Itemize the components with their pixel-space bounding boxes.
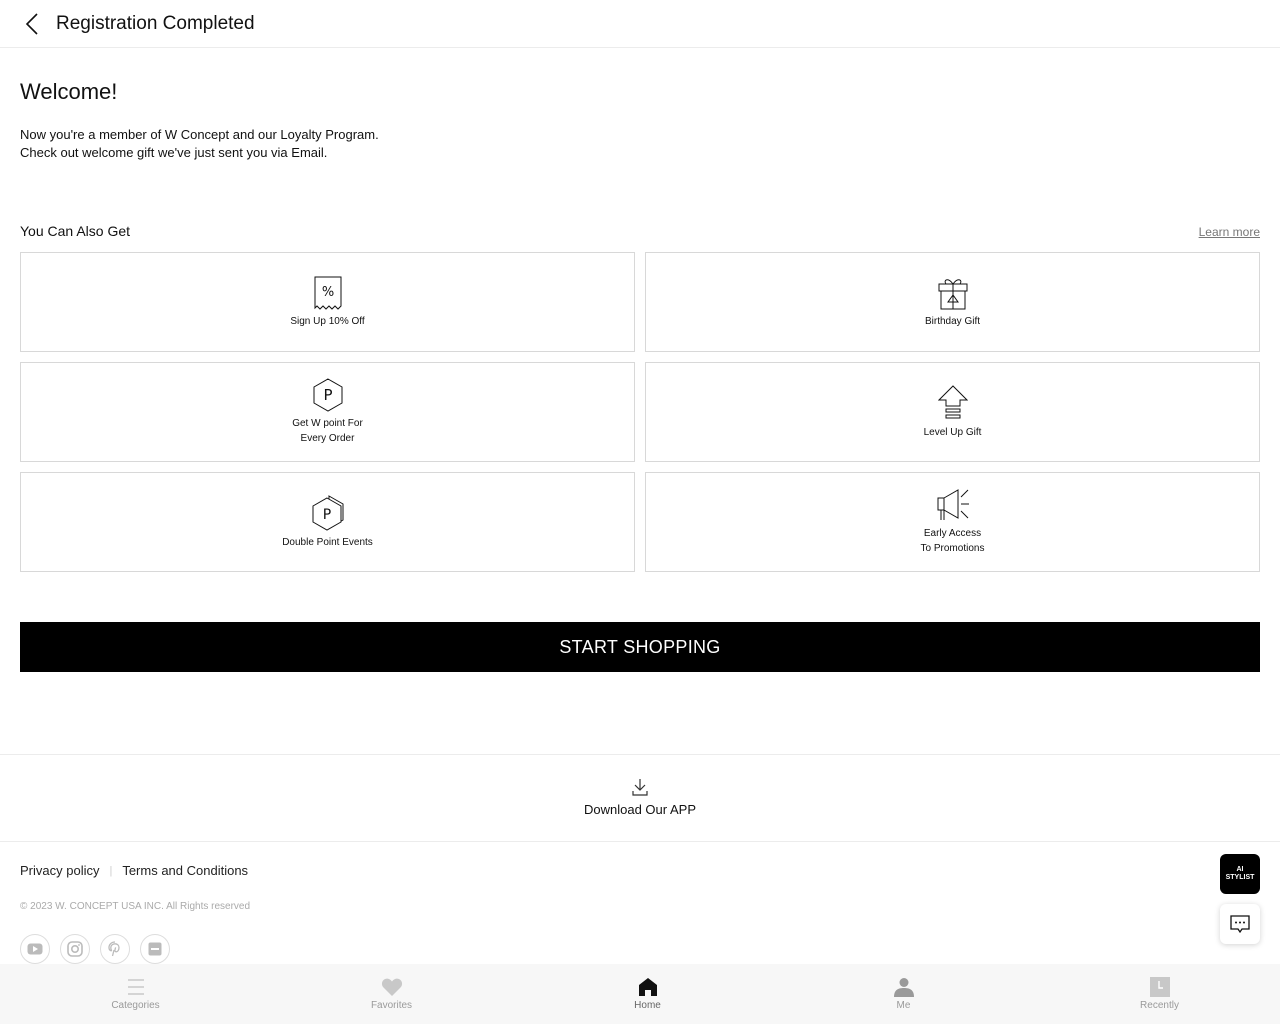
megaphone-icon <box>937 489 969 520</box>
svg-text:P: P <box>323 386 332 404</box>
chat-button[interactable] <box>1220 904 1260 944</box>
welcome-line-1: Now you're a member of W Concept and our… <box>20 127 379 142</box>
benefit-card-level-up: Level Up Gift <box>645 362 1260 462</box>
nav-label: Me <box>896 999 911 1011</box>
copyright-text: © 2023 W. CONCEPT USA INC. All Rights re… <box>20 901 251 912</box>
social-links <box>20 934 170 964</box>
nav-label: Recently <box>1140 999 1179 1011</box>
app-link[interactable] <box>140 934 170 964</box>
back-button[interactable] <box>22 12 44 36</box>
instagram-icon <box>67 941 83 957</box>
chat-icon <box>1230 915 1250 934</box>
footer-separator: | <box>109 865 113 877</box>
nav-item-categories[interactable]: Categories <box>15 964 256 1024</box>
svg-text:P: P <box>322 507 330 523</box>
nav-item-favorites[interactable]: Favorites <box>271 964 512 1024</box>
gift-icon <box>938 278 967 309</box>
bottom-navigation: Categories Favorites Home Me Recently <box>0 964 1280 1024</box>
heart-icon <box>381 978 402 996</box>
chevron-left-icon <box>25 13 38 35</box>
menu-icon <box>127 978 144 995</box>
youtube-icon <box>27 943 43 955</box>
header: Registration Completed <box>0 0 1280 48</box>
start-shopping-button[interactable]: START SHOPPING <box>20 622 1260 672</box>
benefit-label-line-2: Every Order <box>300 433 355 444</box>
welcome-description: Now you're a member of W Concept and our… <box>20 126 379 162</box>
benefit-card-early-access: Early Access To Promotions <box>645 472 1260 572</box>
nav-item-home[interactable]: Home <box>527 964 768 1024</box>
instagram-link[interactable] <box>60 934 90 964</box>
level-up-icon <box>937 384 968 418</box>
benefit-label: Double Point Events <box>282 536 373 548</box>
benefit-card-birthday: Birthday Gift <box>645 252 1260 352</box>
coupon-icon: % <box>314 276 341 310</box>
download-app-label: Download Our APP <box>583 802 696 817</box>
benefit-label-line-1: Early Access <box>923 528 982 539</box>
benefit-label: Level Up Gift <box>923 426 982 438</box>
benefit-card-signup: % Sign Up 10% Off <box>20 252 635 352</box>
pinterest-link[interactable] <box>100 934 130 964</box>
nav-label: Categories <box>111 999 160 1011</box>
benefit-card-w-point: P Get W point For Every Order <box>20 362 635 462</box>
benefits-title: You Can Also Get <box>20 223 131 239</box>
benefit-label: Get W point For Every Order <box>292 416 363 446</box>
ai-stylist-button[interactable]: AI STYLIST <box>1220 854 1260 894</box>
svg-text:%: % <box>321 285 333 300</box>
nav-item-me[interactable]: Me <box>783 964 1024 1024</box>
download-app-link[interactable]: Download Our APP <box>0 754 1280 842</box>
nav-label: Favorites <box>370 999 413 1011</box>
nav-item-recently[interactable]: Recently <box>1039 964 1280 1024</box>
double-point-icon: P <box>312 494 343 531</box>
welcome-line-2: Check out welcome gift we've just sent y… <box>20 145 328 160</box>
app-icon <box>148 942 162 956</box>
benefit-label: Early Access To Promotions <box>921 526 985 556</box>
learn-more-link[interactable]: Learn more <box>1199 224 1260 240</box>
benefit-label-line-2: To Promotions <box>920 543 985 554</box>
pinterest-icon <box>108 941 120 957</box>
point-icon: P <box>313 378 342 412</box>
youtube-link[interactable] <box>20 934 50 964</box>
home-icon <box>638 977 657 996</box>
benefits-grid: % Sign Up 10% Off Birthday Gift P Get W … <box>20 252 1260 572</box>
page-title: Registration Completed <box>56 13 255 34</box>
person-icon <box>893 977 914 997</box>
nav-label: Home <box>634 999 661 1011</box>
privacy-policy-link[interactable]: Privacy policy <box>20 862 99 880</box>
benefit-label-line-1: Get W point For <box>292 418 363 429</box>
terms-link[interactable]: Terms and Conditions <box>122 862 248 880</box>
download-icon <box>632 779 648 796</box>
welcome-heading: Welcome! <box>20 79 118 104</box>
benefit-label: Birthday Gift <box>924 315 981 327</box>
footer-links: Privacy policy | Terms and Conditions <box>20 862 248 880</box>
benefit-label: Sign Up 10% Off <box>290 315 365 327</box>
ai-stylist-line-1: AI <box>1236 866 1244 873</box>
ai-stylist-line-2: STYLIST <box>1225 874 1255 881</box>
clock-icon <box>1149 976 1170 997</box>
benefit-card-double-point: P Double Point Events <box>20 472 635 572</box>
